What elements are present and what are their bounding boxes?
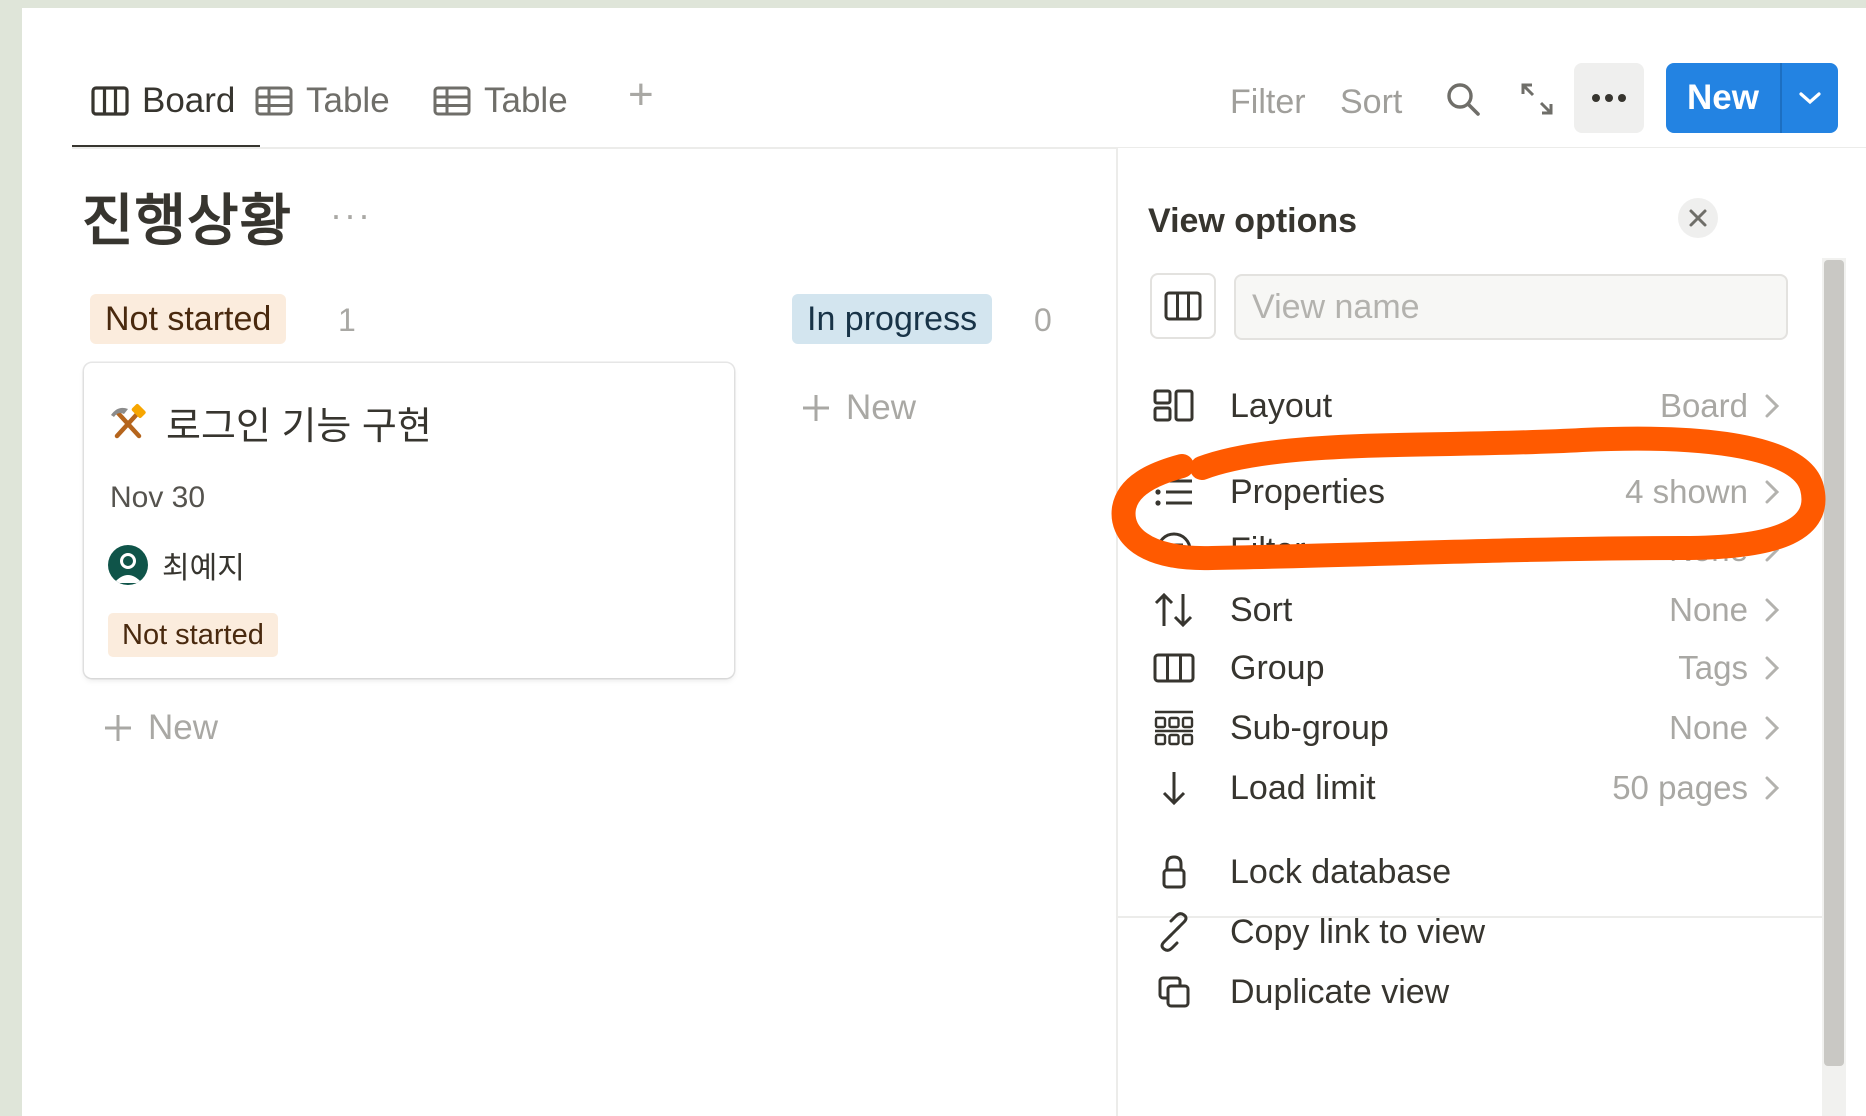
option-subgroup-value: None	[1669, 709, 1748, 746]
action-copy-link-label: Copy link to view	[1230, 912, 1486, 951]
filter-icon	[1148, 524, 1200, 576]
chevron-right-icon	[1762, 713, 1788, 743]
option-layout-label: Layout	[1230, 386, 1333, 425]
chevron-right-icon	[1762, 653, 1788, 683]
new-button-label: New	[1687, 78, 1759, 117]
tab-table-1-label: Table	[306, 81, 390, 120]
view-tab-bar: Board Table Table + Filter Sort New	[22, 8, 1866, 149]
link-icon	[1148, 906, 1200, 958]
board-icon	[1164, 291, 1202, 321]
column-header-not-started[interactable]: Not started	[90, 294, 287, 344]
panel-title: View options	[1148, 202, 1358, 240]
layout-icon	[1148, 380, 1200, 432]
subgroup-icon	[1148, 702, 1200, 754]
option-properties[interactable]: Properties 4 shown	[1148, 462, 1788, 522]
avatar	[108, 545, 148, 585]
close-icon	[1689, 209, 1707, 227]
option-sort[interactable]: Sort None	[1148, 580, 1788, 640]
lock-icon	[1148, 846, 1200, 898]
expand-arrows-icon	[1521, 83, 1553, 115]
column-count-in-progress: 0	[1034, 302, 1052, 338]
option-subgroup-label: Sub-group	[1230, 708, 1389, 747]
column-header-in-progress[interactable]: In progress	[792, 294, 993, 344]
app-window: Board Table Table + Filter Sort New 진행상황…	[22, 8, 1866, 1116]
add-view-button[interactable]: +	[628, 70, 654, 120]
option-load-limit-value: 50 pages	[1612, 769, 1748, 806]
action-lock-database-label: Lock database	[1230, 852, 1452, 891]
close-panel-button[interactable]	[1678, 198, 1718, 238]
title-more-button[interactable]: ···	[330, 194, 372, 236]
action-copy-link[interactable]: Copy link to view	[1148, 902, 1788, 962]
new-dropdown-toggle[interactable]	[1782, 89, 1838, 107]
arrow-down-icon	[1148, 762, 1200, 814]
group-icon	[1148, 642, 1200, 694]
action-duplicate-view-label: Duplicate view	[1230, 972, 1450, 1011]
option-filter-value: None	[1669, 531, 1748, 568]
card-title: 로그인 기능 구현	[108, 395, 432, 450]
option-load-limit[interactable]: Load limit 50 pages	[1148, 758, 1788, 818]
tab-board[interactable]: Board	[90, 76, 235, 126]
user-avatar-icon	[114, 553, 142, 583]
action-lock-database[interactable]: Lock database	[1148, 842, 1788, 902]
board-icon	[91, 86, 129, 116]
table-icon	[255, 86, 293, 116]
option-filter[interactable]: Filter None	[1148, 520, 1788, 580]
tab-table-2[interactable]: Table	[432, 76, 568, 126]
card-date: Nov 30	[110, 481, 206, 514]
option-group-value: Tags	[1678, 649, 1748, 686]
action-duplicate-view[interactable]: Duplicate view	[1148, 962, 1788, 1022]
sort-icon	[1148, 584, 1200, 636]
option-properties-value: 4 shown	[1625, 473, 1748, 510]
more-options-button[interactable]	[1574, 63, 1644, 133]
tab-board-label: Board	[142, 81, 236, 120]
panel-scrollbar[interactable]	[1824, 260, 1844, 1066]
option-layout[interactable]: Layout Board	[1148, 376, 1788, 436]
board-card[interactable]: 로그인 기능 구현 Nov 30 최예지 Not started	[84, 363, 734, 678]
chevron-down-icon	[1799, 92, 1821, 105]
column-count-not-started: 1	[338, 302, 356, 338]
plus-icon	[105, 715, 131, 741]
page-title: 진행상황	[82, 189, 293, 252]
option-load-limit-label: Load limit	[1230, 768, 1376, 807]
chevron-right-icon	[1762, 595, 1788, 625]
option-group-label: Group	[1230, 648, 1325, 687]
list-icon	[1148, 466, 1200, 518]
more-horizontal-icon	[1592, 94, 1626, 102]
filter-button[interactable]: Filter	[1230, 80, 1306, 124]
chevron-right-icon	[1762, 535, 1788, 565]
plus-icon	[803, 395, 829, 421]
view-name-input[interactable]	[1234, 274, 1788, 340]
card-person: 최예지	[108, 543, 245, 587]
add-card-in-progress-button[interactable]: New	[800, 388, 916, 428]
option-sort-value: None	[1669, 591, 1748, 628]
chevron-right-icon	[1762, 391, 1788, 421]
add-card-not-started-button[interactable]: New	[102, 708, 218, 748]
view-options-panel: View options Layout Board Properties 4 s…	[1116, 148, 1866, 1116]
search-icon	[1447, 83, 1480, 116]
hammer-pick-icon	[111, 403, 146, 438]
add-card-not-started-label: New	[148, 708, 219, 747]
card-status-badge: Not started	[108, 613, 278, 657]
table-icon	[433, 86, 471, 116]
tab-table-1[interactable]: Table	[254, 76, 390, 126]
card-person-name: 최예지	[162, 552, 245, 585]
view-icon-button[interactable]	[1150, 273, 1216, 339]
option-group[interactable]: Group Tags	[1148, 638, 1788, 698]
search-button[interactable]	[1438, 74, 1488, 124]
option-subgroup[interactable]: Sub-group None	[1148, 698, 1788, 758]
tab-table-2-label: Table	[484, 81, 568, 120]
option-sort-label: Sort	[1230, 590, 1293, 629]
new-button[interactable]: New	[1666, 63, 1838, 133]
option-layout-value: Board	[1659, 387, 1748, 424]
expand-button[interactable]	[1512, 74, 1562, 124]
sort-button[interactable]: Sort	[1340, 80, 1402, 124]
chevron-right-icon	[1762, 477, 1788, 507]
add-card-in-progress-label: New	[846, 388, 917, 427]
option-properties-label: Properties	[1230, 472, 1385, 511]
card-title-text: 로그인 기능 구현	[166, 406, 432, 448]
chevron-right-icon	[1762, 773, 1788, 803]
option-filter-label: Filter	[1230, 530, 1306, 569]
duplicate-icon	[1148, 966, 1200, 1018]
